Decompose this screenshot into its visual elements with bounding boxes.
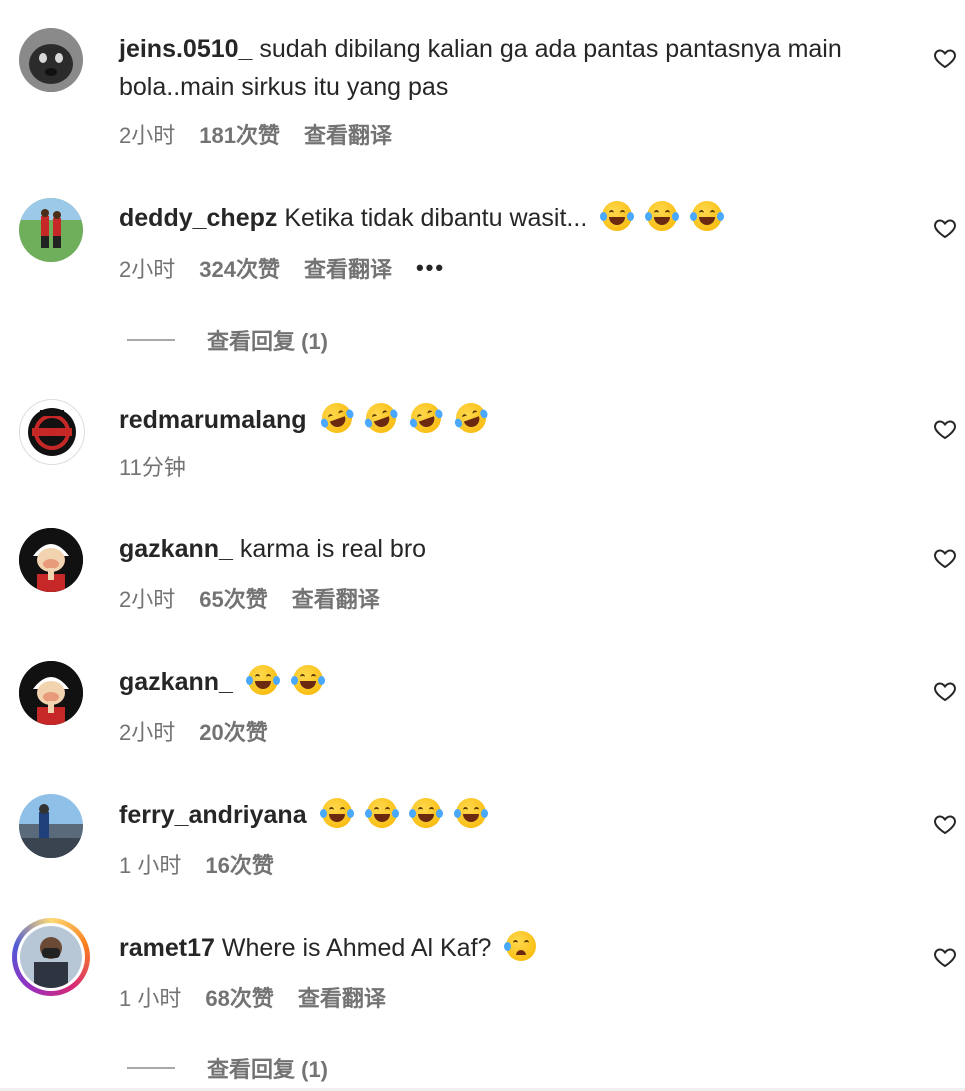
username[interactable]: deddy_chepz (119, 204, 277, 232)
joy-emoji-icon (690, 201, 725, 231)
username[interactable]: ferry_andriyana (119, 801, 307, 829)
username[interactable]: gazkann_ (119, 535, 233, 563)
joy-emoji-icon (364, 798, 399, 828)
translate-button[interactable]: 查看翻译 (304, 252, 392, 284)
like-count[interactable]: 324次赞 (199, 252, 280, 284)
timestamp: 2小时 (119, 587, 176, 612)
comment-meta: 2小时 65次赞 查看翻译 (119, 582, 380, 614)
heart-outline-icon[interactable] (933, 216, 957, 240)
view-replies-label[interactable]: 查看回复 (1) (207, 1052, 328, 1084)
timestamp: 2小时 (119, 257, 176, 282)
translate-button[interactable]: 查看翻译 (298, 981, 386, 1013)
timestamp: 1 小时 (119, 853, 182, 878)
comment-meta: 11分钟 (119, 450, 186, 482)
comment-body: Where is Ahmed Al Kaf? (221, 934, 492, 962)
dog-avatar-icon (19, 28, 83, 92)
joy-emoji-icon (319, 798, 354, 828)
heart-outline-icon[interactable] (933, 546, 957, 570)
like-count[interactable]: 16次赞 (205, 848, 273, 880)
avatar[interactable] (19, 794, 83, 858)
timestamp: 1 小时 (119, 986, 182, 1011)
comment-text: redmarumalang (119, 398, 855, 439)
comment-text: ramet17 Where is Ahmed Al Kaf? (119, 929, 855, 967)
username[interactable]: gazkann_ (119, 668, 233, 696)
username[interactable]: redmarumalang (119, 406, 307, 434)
comment-body: karma is real bro (239, 535, 427, 563)
joy-emoji-icon (600, 201, 635, 231)
comment-meta: 2小时 20次赞 (119, 715, 268, 747)
comment-text: deddy_chepz Ketika tidak dibantu wasit..… (119, 199, 855, 237)
heart-outline-icon[interactable] (933, 812, 957, 836)
comment-meta: 1 小时 16次赞 (119, 848, 274, 880)
rofl-emoji-icon (452, 398, 491, 438)
avatar[interactable] (19, 28, 83, 92)
timestamp: 2小时 (119, 123, 176, 148)
club-logo-avatar-icon (21, 401, 83, 463)
comment-text: jeins.0510_ sudah dibilang kalian ga ada… (119, 30, 859, 106)
comment-meta: 1 小时 68次赞 查看翻译 (119, 981, 386, 1013)
like-count[interactable]: 68次赞 (205, 981, 273, 1013)
avatar-ring-inner (17, 923, 85, 991)
translate-button[interactable]: 查看翻译 (304, 118, 392, 150)
joy-emoji-icon (290, 665, 325, 695)
heart-outline-icon[interactable] (933, 945, 957, 969)
like-count[interactable]: 65次赞 (199, 582, 267, 614)
username[interactable]: ramet17 (119, 934, 215, 962)
heart-outline-icon[interactable] (933, 46, 957, 70)
comment-text: gazkann_ (119, 663, 855, 701)
joy-emoji-icon (454, 798, 489, 828)
outdoor-photo-avatar-icon (19, 794, 83, 858)
avatar[interactable] (19, 399, 85, 465)
popeye-avatar-icon (19, 661, 83, 725)
heart-outline-icon[interactable] (933, 417, 957, 441)
view-replies-label[interactable]: 查看回复 (1) (207, 324, 328, 356)
joy-emoji-icon (245, 665, 280, 695)
view-replies-button[interactable]: 查看回复 (1) (127, 324, 328, 356)
person-mask-avatar-icon (20, 926, 82, 988)
joy-emoji-icon (645, 201, 680, 231)
rofl-emoji-icon (317, 398, 356, 438)
joy-emoji-icon (409, 798, 444, 828)
timestamp: 2小时 (119, 720, 176, 745)
rofl-emoji-icon (407, 398, 446, 438)
view-replies-button[interactable]: 查看回复 (1) (127, 1052, 328, 1084)
avatar-story-ring[interactable] (12, 918, 90, 996)
avatar[interactable] (19, 661, 83, 725)
comment-text: gazkann_ karma is real bro (119, 530, 855, 568)
avatar (20, 926, 82, 988)
comment-text: ferry_andriyana (119, 796, 855, 834)
rofl-emoji-icon (362, 398, 401, 438)
comment-meta: 2小时 324次赞 查看翻译 ••• (119, 252, 445, 284)
replies-divider (127, 1067, 175, 1069)
translate-button[interactable]: 查看翻译 (292, 582, 380, 614)
popeye-avatar-icon (19, 528, 83, 592)
like-count[interactable]: 20次赞 (199, 715, 267, 747)
like-count[interactable]: 181次赞 (199, 118, 280, 150)
avatar[interactable] (19, 528, 83, 592)
username[interactable]: jeins.0510_ (119, 35, 252, 63)
timestamp: 11分钟 (119, 455, 186, 480)
more-options-icon[interactable]: ••• (416, 255, 445, 281)
sad-tear-emoji-icon (504, 931, 537, 961)
replies-divider (127, 339, 175, 341)
comment-meta: 2小时 181次赞 查看翻译 (119, 118, 392, 150)
comment-body: Ketika tidak dibantu wasit... (284, 204, 588, 232)
heart-outline-icon[interactable] (933, 679, 957, 703)
avatar[interactable] (19, 198, 83, 262)
football-field-avatar-icon (19, 198, 83, 262)
